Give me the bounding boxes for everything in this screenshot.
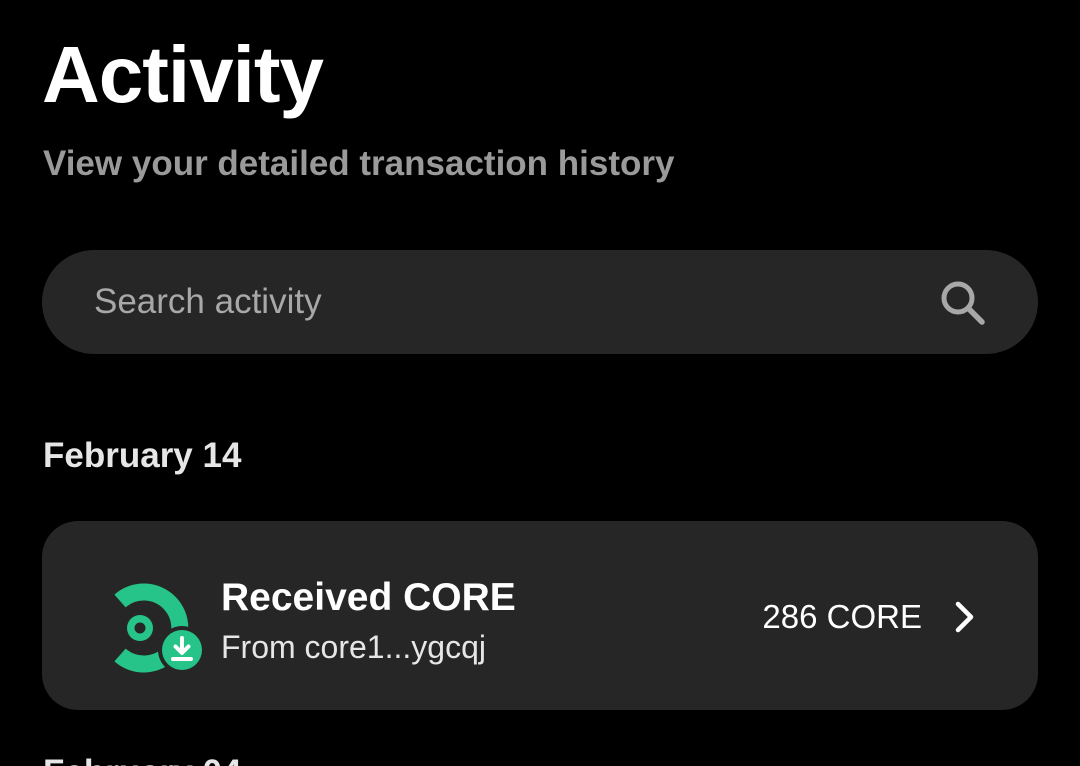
transaction-sender: From core1...ygcqj xyxy=(221,629,486,665)
section-date-header: February 04 xyxy=(43,752,241,766)
activity-screen: Activity View your detailed transaction … xyxy=(0,0,1080,766)
download-icon xyxy=(158,626,206,674)
search-icon[interactable] xyxy=(938,278,988,328)
search-bar[interactable] xyxy=(42,250,1038,354)
section-date-header: February 14 xyxy=(43,436,242,475)
transaction-amount: 286 CORE xyxy=(762,598,922,635)
page-title: Activity xyxy=(42,30,324,119)
chevron-right-icon[interactable] xyxy=(952,599,980,635)
transaction-title: Received CORE xyxy=(221,576,516,619)
transaction-card[interactable]: Received CORE From core1...ygcqj 286 COR… xyxy=(42,521,1038,710)
search-input[interactable] xyxy=(94,250,914,354)
page-subtitle: View your detailed transaction history xyxy=(43,144,675,183)
